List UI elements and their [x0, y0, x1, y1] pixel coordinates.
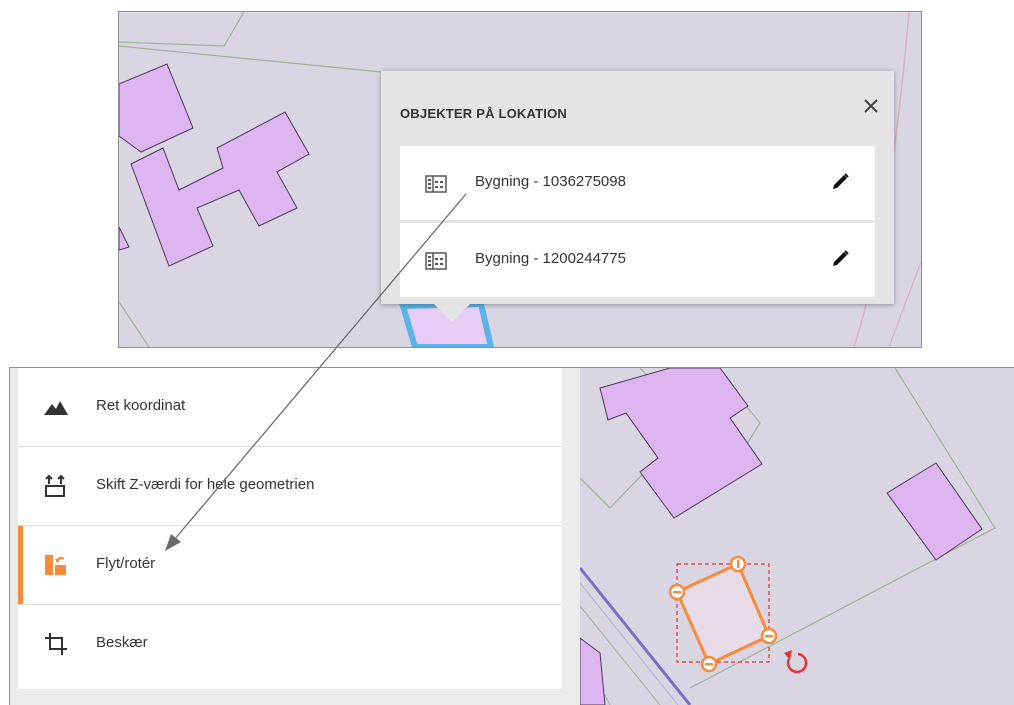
selected-building — [675, 561, 771, 667]
object-label: Bygning - 1200244775 — [475, 250, 626, 267]
building-icon — [425, 252, 447, 275]
mountain-icon — [43, 395, 69, 419]
rotate-icon — [784, 650, 808, 674]
menu-item-skift-z-vaerdi[interactable]: Skift Z-værdi for hele geometrien — [18, 447, 562, 526]
object-list-item[interactable]: Bygning - 1036275098 — [400, 146, 875, 220]
popup-pointer — [434, 304, 470, 322]
crop-icon — [43, 632, 69, 656]
building-shape — [886, 462, 983, 561]
menu-item-ret-koordinat[interactable]: Ret koordinat — [18, 368, 562, 447]
building-icon — [425, 175, 447, 198]
building-shape — [119, 226, 130, 251]
menu-item-label: Skift Z-værdi for hele geometrien — [96, 476, 315, 493]
z-value-icon — [43, 474, 69, 498]
object-list-item[interactable]: Bygning - 1200244775 — [400, 223, 875, 297]
menu-item-beskaer[interactable]: Beskær — [18, 605, 562, 683]
move-rotate-icon — [43, 553, 69, 577]
pencil-icon[interactable] — [829, 171, 851, 193]
close-icon[interactable] — [860, 95, 882, 117]
building-shape — [119, 63, 194, 153]
menu-item-flyt-roter[interactable]: Flyt/rotér — [18, 526, 562, 605]
building-shape — [599, 368, 763, 519]
popup-title: OBJEKTER PÅ LOKATION — [400, 106, 567, 121]
map-view-top[interactable]: OBJEKTER PÅ LOKATION Bygning - 103627509… — [118, 11, 922, 348]
menu-item-label: Beskær — [96, 634, 148, 651]
edit-tools-menu: Ret koordinat Skift Z-værdi for hele geo… — [18, 368, 562, 689]
object-label: Bygning - 1036275098 — [475, 173, 626, 190]
editing-view: Ret koordinat Skift Z-værdi for hele geo… — [9, 367, 1014, 705]
pencil-icon[interactable] — [829, 248, 851, 270]
map-view-bottom[interactable] — [580, 368, 1014, 705]
building-shape — [580, 637, 606, 705]
menu-item-label: Flyt/rotér — [96, 555, 156, 572]
map-canvas-bottom[interactable] — [580, 368, 1014, 705]
objects-at-location-popup: OBJEKTER PÅ LOKATION Bygning - 103627509… — [381, 71, 894, 322]
active-indicator — [18, 526, 23, 604]
menu-item-label: Ret koordinat — [96, 397, 186, 414]
